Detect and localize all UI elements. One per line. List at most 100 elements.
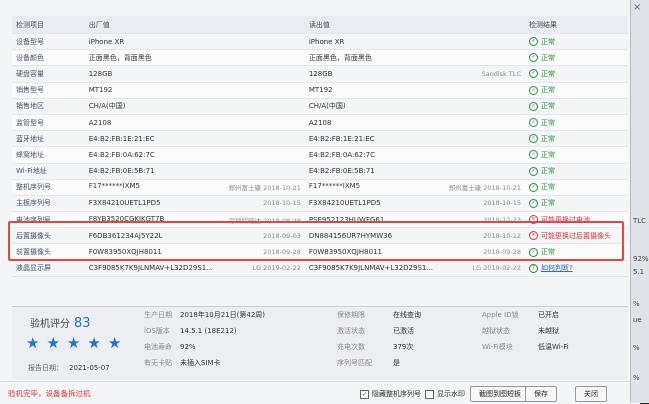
check-icon: ✓ xyxy=(528,85,538,95)
row-item-label: 前置摄像头 xyxy=(12,243,85,261)
hide-serial-checkbox[interactable]: ✓ 隐藏整机序列号 xyxy=(360,389,421,399)
info-row: Wi-Fi模块 低温Wi-Fi xyxy=(482,339,622,355)
result-text: 正常 xyxy=(540,183,555,192)
result-text: 正常 xyxy=(540,248,555,257)
checkbox-checked-icon: ✓ xyxy=(360,389,369,399)
result-text: 可能更换过后置摄像头 xyxy=(540,231,611,240)
row-factory-text: 128GB xyxy=(88,69,113,78)
row-read-sub: 2018-10-15 xyxy=(483,199,521,208)
info-value[interactable]: 在线查询 xyxy=(393,311,421,319)
strip-text: ue xyxy=(633,316,642,324)
info-key: 有无卡贴 xyxy=(144,359,172,367)
check-icon: ✓ xyxy=(528,37,538,47)
row-factory-value: 2018-09-28 F0W83950XQJH8011 xyxy=(84,243,305,261)
checkbox-icon xyxy=(425,389,434,399)
info-key: Apple ID锁 xyxy=(482,311,519,319)
row-result: ✓ 正常 xyxy=(524,33,628,51)
row-read-text: E4:B2:FB:0E:5B:71 xyxy=(308,167,375,176)
row-item-label: 电池序列号 xyxy=(12,211,85,229)
row-factory-sub: 郑州富士康 2018-10-21 xyxy=(228,184,301,193)
result-text: 正常 xyxy=(540,53,555,62)
close-icon[interactable]: × xyxy=(633,2,641,13)
info-row: 有无卡贴 未插入SIM卡 xyxy=(144,355,314,371)
info-value: 已开启 xyxy=(538,311,559,319)
row-read-text: E4:B2:FB:1E:21:EC xyxy=(308,134,375,143)
row-read-value: 正面黑色，背面黑色 xyxy=(304,49,525,67)
info-key: 激活状态 xyxy=(337,327,365,335)
row-read-sub: Sandisk TLC xyxy=(481,69,521,78)
row-factory-text: E4:B2:FB:1E:21:EC xyxy=(88,134,155,143)
table-row: 蜂窝地址 E4:B2:FB:0A:62:7C E4:B2:FB:0A:62:7C ✓ 正… xyxy=(12,146,628,164)
row-read-value: MT192 xyxy=(304,82,525,99)
row-factory-value: iPhone XR xyxy=(84,33,305,51)
row-factory-value: 深圳欣旺达 2018-08-28 F8YB3520CGKJKGT7B xyxy=(84,211,305,229)
row-read-text: 128GB xyxy=(308,69,333,78)
row-result: ✓ 正常 xyxy=(524,146,628,164)
check-icon: ✓ xyxy=(528,53,538,63)
info-key: 保修期限 xyxy=(337,311,365,319)
row-factory-text: iPhone XR xyxy=(88,37,125,46)
star-rating: ★ ★ ★ ★ ★ xyxy=(26,334,128,352)
row-result[interactable]: ? 如何判断? xyxy=(524,260,628,277)
table-row: 后置摄像头 2018-09-03 F6DB361234AJ5Y22L 2018-10-… xyxy=(12,227,628,245)
check-icon: ✓ xyxy=(528,166,538,176)
strip-text: 5.1 xyxy=(633,268,645,276)
strip-text: % xyxy=(633,374,640,382)
screenshot-button[interactable]: 截图到图短板 xyxy=(470,386,530,402)
row-result: ✕ 可能更换过电池 xyxy=(524,211,628,229)
row-item-label: 硬盘容量 xyxy=(12,65,85,83)
result-text: 正常 xyxy=(540,134,555,143)
row-read-value: iPhone XR xyxy=(304,33,525,51)
table-row: 主板序列号 2018-10-15 F3X84210UETL1PD5 2018-10-1… xyxy=(12,195,628,213)
table-row: 设备颜色 正面黑色，背面黑色 正面黑色，背面黑色 ✓ 正常 xyxy=(12,49,628,67)
row-factory-sub: 2018-09-03 xyxy=(263,231,301,240)
row-read-text: MT192 xyxy=(308,86,333,95)
row-item-label: 液晶显示屏 xyxy=(12,260,85,277)
row-result: ✓ 正常 xyxy=(524,114,628,132)
result-text: 可能更换过电池 xyxy=(540,215,590,224)
star-icon: ★ xyxy=(107,334,122,352)
row-factory-value: 2018-09-03 F6DB361234AJ5Y22L xyxy=(84,227,305,245)
row-read-text: iPhone XR xyxy=(308,37,345,46)
row-factory-value: E4:B2:FB:0E:5B:71 xyxy=(84,163,305,180)
close-button[interactable]: 关闭 xyxy=(575,386,607,402)
table-row: 设备型号 iPhone XR iPhone XR ✓ 正常 xyxy=(12,33,628,51)
row-result: ✓ 正常 xyxy=(524,243,628,261)
table-row: 销售型号 MT192 MT192 ✓ 正常 xyxy=(12,82,628,99)
error-icon: ✕ xyxy=(528,231,538,241)
show-watermark-checkbox[interactable]: 显示水印 xyxy=(425,389,465,399)
star-icon: ★ xyxy=(66,334,81,352)
help-icon: ? xyxy=(528,263,538,273)
row-factory-value: 128GB xyxy=(84,65,305,83)
row-read-sub: 2018-10-12 xyxy=(483,231,521,240)
row-factory-sub: 2018-09-28 xyxy=(263,248,301,257)
row-read-text: A2108 xyxy=(308,118,332,127)
row-factory-text: A2108 xyxy=(88,118,112,127)
row-read-value: E4:B2:FB:0A:62:7C xyxy=(304,146,525,164)
row-factory-value: 2018-10-15 F3X84210UETL1PD5 xyxy=(84,195,305,213)
row-result: ✕ 可能更换过后置摄像头 xyxy=(524,227,628,245)
check-icon: ✓ xyxy=(528,101,538,111)
info-row: 激活状态 已激活 xyxy=(337,323,477,339)
header-item: 检测项目 xyxy=(12,16,85,34)
strip-text: 92% xyxy=(633,255,649,263)
info-row: 充电次数 379次 xyxy=(337,339,477,355)
info-row: 生产日期 2018年10月21日(第42周) xyxy=(144,307,314,323)
save-button[interactable]: 保存 xyxy=(525,386,557,402)
row-read-text: F0W83950XQJH8011 xyxy=(308,248,382,257)
result-text: 正常 xyxy=(540,118,555,127)
report-date: 报告日期： 2021-05-07 xyxy=(28,364,110,372)
info-value: 低温Wi-Fi xyxy=(538,343,569,351)
row-item-label: Wi-Fi地址 xyxy=(12,163,85,180)
info-row: 序列号匹配 是 xyxy=(337,355,477,371)
row-read-value: LG 2019-02-22 C3F9085K7K9JLNMAV+L32D29S1.… xyxy=(304,260,525,277)
row-factory-value: CH/A(中国) xyxy=(84,98,305,115)
info-row: 保修期限 在线查询 xyxy=(337,307,477,323)
check-icon: ✓ xyxy=(528,150,538,160)
result-text: 正常 xyxy=(540,199,555,208)
info-value: 2018年10月21日(第42周) xyxy=(180,311,265,319)
result-text: 正常 xyxy=(540,37,555,46)
info-value: 未越狱 xyxy=(538,327,559,335)
row-item-label: 设备颜色 xyxy=(12,49,85,67)
row-factory-text: F0W83950XQJH8011 xyxy=(88,248,162,257)
